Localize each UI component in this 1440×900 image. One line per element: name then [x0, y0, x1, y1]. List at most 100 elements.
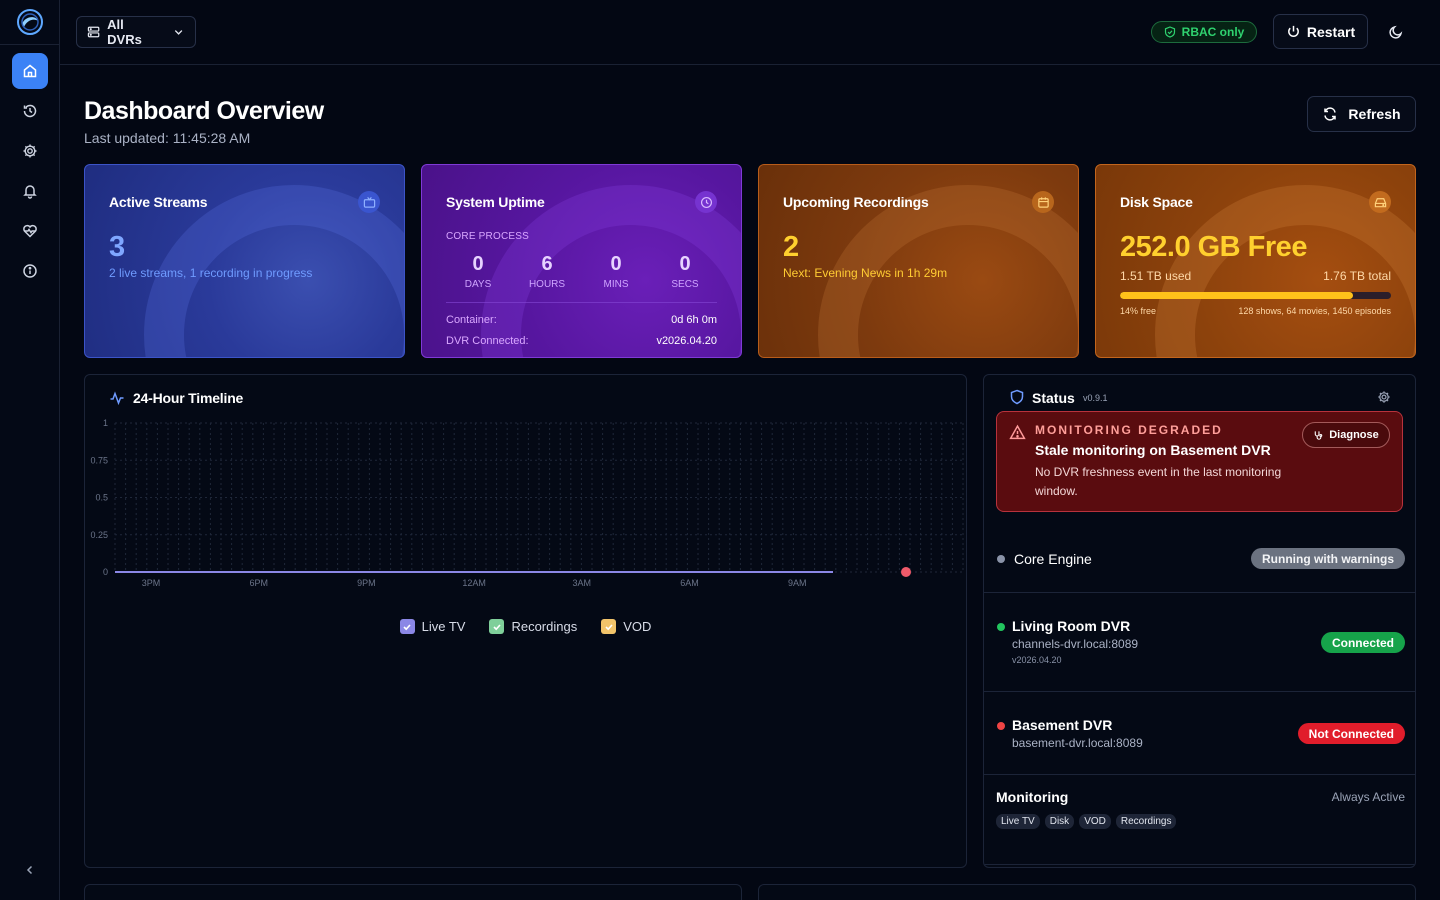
uptime-mins: 0 MINS	[586, 253, 646, 290]
disk-usage-bar	[1120, 292, 1391, 299]
diagnose-label: Diagnose	[1329, 429, 1379, 441]
active-streams-count: 3	[109, 231, 126, 263]
y-tick-label: 0.25	[90, 530, 108, 540]
clock-icon	[695, 191, 717, 213]
library-counts: 128 shows, 64 movies, 1450 episodes	[1238, 306, 1391, 316]
active-streams-detail: 2 live streams, 1 recording in progress	[109, 266, 313, 280]
gear-icon	[23, 144, 37, 158]
uptime-unit: HOURS	[528, 279, 566, 290]
upcoming-recordings-count: 2	[783, 231, 800, 263]
monitoring-tag: Recordings	[1115, 814, 1177, 829]
uptime-value: 6	[541, 253, 553, 275]
calendar-icon	[1032, 191, 1054, 213]
timeline-legend: Live TV Recordings VOD	[85, 619, 966, 634]
app-logo	[16, 8, 44, 36]
core-engine-state: Running with warnings	[1251, 548, 1405, 569]
disk-free: 252.0 GB Free	[1120, 231, 1307, 263]
nav-history[interactable]	[12, 93, 48, 129]
sidebar-collapse-button[interactable]	[20, 860, 40, 880]
x-tick-label: 9PM	[357, 578, 376, 588]
rbac-label: RBAC only	[1181, 25, 1245, 39]
nav-settings[interactable]	[12, 133, 48, 169]
info-icon	[23, 264, 37, 278]
disk-used: 1.51 TB used	[1120, 269, 1192, 283]
rbac-badge: RBAC only	[1151, 21, 1257, 43]
x-tick-label: 12AM	[462, 578, 486, 588]
system-uptime-card: System Uptime CORE PROCESS 0 DAYS 6 HOUR…	[421, 164, 742, 358]
checkbox[interactable]	[399, 619, 415, 634]
moon-icon	[1389, 25, 1403, 39]
page-title: Dashboard Overview	[84, 97, 324, 125]
uptime-value: 0	[472, 253, 484, 275]
status-version: v0.9.1	[1083, 393, 1108, 403]
checkbox[interactable]	[601, 619, 617, 634]
container-uptime: Container: 0d 6h 0m	[446, 314, 717, 326]
container-value: 0d 6h 0m	[671, 314, 717, 326]
dvr-version: v2026.04.20	[1012, 655, 1062, 665]
dvr-host: channels-dvr.local:8089	[1012, 637, 1139, 651]
legend-recordings[interactable]: Recordings	[489, 619, 577, 634]
refresh-button[interactable]: Refresh	[1307, 96, 1416, 132]
monitoring-tag: Disk	[1044, 814, 1075, 829]
dvr-name: Basement DVR	[1012, 717, 1113, 733]
diagnose-button[interactable]: Diagnose	[1302, 422, 1390, 448]
refresh-icon	[1324, 107, 1337, 121]
card-title: Active Streams	[109, 194, 208, 210]
dvr-connected: DVR Connected: v2026.04.20	[446, 335, 717, 347]
tv-icon	[358, 191, 380, 213]
dvr-select[interactable]: All DVRs	[76, 16, 196, 48]
nav-health[interactable]	[12, 213, 48, 249]
uptime-hours: 6 HOURS	[517, 253, 577, 290]
chevron-left-icon	[26, 865, 33, 875]
server-icon	[87, 26, 100, 38]
card-title: System Uptime	[446, 194, 545, 210]
monitoring-state: Always Active	[1331, 790, 1405, 804]
monitoring-tags: Live TV Disk VOD Recordings	[996, 814, 1177, 829]
restart-button[interactable]: Restart	[1273, 14, 1368, 49]
container-label: Container:	[446, 314, 497, 326]
bottom-panel-right	[758, 884, 1416, 900]
nav-notifications[interactable]	[12, 173, 48, 209]
power-icon	[1287, 25, 1299, 37]
core-engine-name: Core Engine	[1014, 551, 1092, 567]
uptime-unit: DAYS	[464, 279, 492, 290]
disk-space-card: Disk Space 252.0 GB Free 1.51 TB used 1.…	[1095, 164, 1416, 358]
dvr-name: Living Room DVR	[1012, 618, 1131, 634]
history-icon	[23, 104, 37, 118]
legend-live-tv[interactable]: Live TV	[399, 619, 466, 634]
core-process-label: CORE PROCESS	[446, 231, 529, 242]
shield-icon	[1010, 389, 1024, 405]
status-dot	[997, 722, 1005, 730]
status-title: Status	[1032, 390, 1075, 406]
monitoring-tag: Live TV	[996, 814, 1040, 829]
restart-label: Restart	[1306, 23, 1356, 40]
next-recording: Next: Evening News in 1h 29m	[783, 266, 948, 280]
status-dot	[997, 623, 1005, 631]
gear-icon[interactable]	[1377, 390, 1391, 404]
dvr-connected-value: v2026.04.20	[656, 335, 717, 347]
monitoring-tag: VOD	[1079, 814, 1111, 829]
y-tick-label: 0	[103, 567, 108, 577]
card-title: Disk Space	[1120, 194, 1193, 210]
legend-label: Live TV	[421, 619, 466, 634]
status-panel: Status v0.9.1 MONITORING DEGRADED Stale …	[983, 374, 1416, 868]
legend-label: Recordings	[511, 619, 578, 634]
disk-total: 1.76 TB total	[1323, 269, 1391, 283]
monitoring-alert: MONITORING DEGRADED Stale monitoring on …	[996, 411, 1403, 512]
x-tick-label: 3PM	[142, 578, 161, 588]
nav-home[interactable]	[12, 53, 48, 89]
chevron-down-icon	[174, 30, 183, 35]
theme-toggle[interactable]	[1386, 22, 1406, 42]
bottom-panel-left	[84, 884, 742, 900]
uptime-unit: SECS	[671, 279, 699, 290]
upcoming-recordings-card: Upcoming Recordings 2 Next: Evening News…	[758, 164, 1079, 358]
checkbox[interactable]	[489, 619, 505, 634]
x-tick-label: 3AM	[573, 578, 592, 588]
timeline-chart: 0 0.25 0.5 0.75 1 3PM 6PM 9PM 12AM 3AM 6AM 9AM	[90, 418, 965, 588]
nav-about[interactable]	[12, 253, 48, 289]
disk-usage-fill	[1120, 292, 1354, 299]
alert-subtitle: Stale monitoring on Basement DVR	[1035, 442, 1271, 458]
core-engine-row: Core Engine Running with warnings	[984, 512, 1415, 593]
stethoscope-icon	[1314, 430, 1323, 440]
legend-vod[interactable]: VOD	[601, 619, 651, 634]
